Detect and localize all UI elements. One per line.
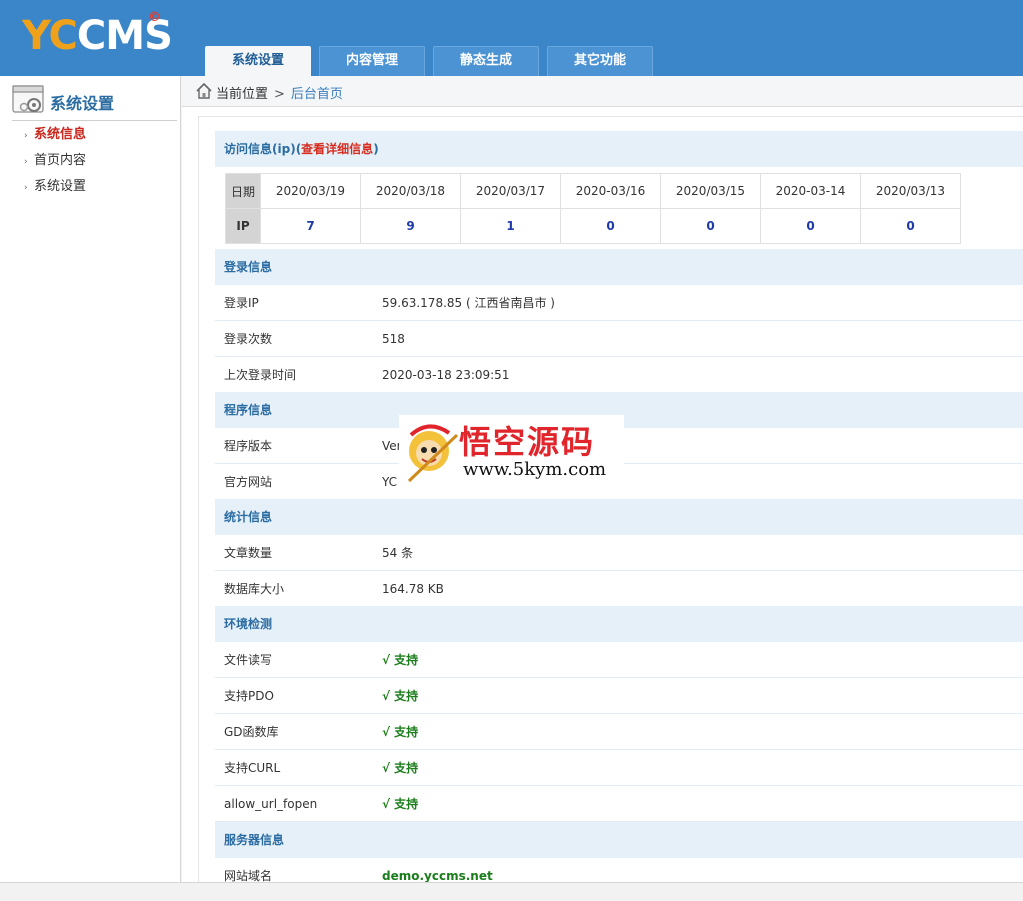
row-value: 2020-03-18 23:09:51 [382,368,510,382]
row-key: GD函数库 [224,725,279,739]
chevron-right-icon: › [24,131,28,141]
table-row-ip: IP 7 9 1 0 0 0 0 [225,208,961,244]
sidebar-header: 系统设置 [12,85,177,121]
status-ok: √ 支持 [382,689,419,703]
row-value: 54 条 [382,546,414,560]
row-value: 518 [382,332,405,346]
list-item: GD函数库 √ 支持 [215,714,1023,750]
ip-count-cell: 0 [860,208,961,244]
tab-content-management[interactable]: 内容管理 [319,46,425,76]
section-title: 访问信息(ip) [224,142,296,156]
ip-count-cell: 7 [260,208,361,244]
breadcrumb-text: 当前位置 > 后台首页 [216,83,343,102]
top-header: YCCMS © 系统设置 内容管理 静态生成 其它功能 [0,0,1023,76]
date-cell: 2020/03/15 [660,173,761,209]
tab-other-functions[interactable]: 其它功能 [547,46,653,76]
list-item: allow_url_fopen √ 支持 [215,786,1023,822]
list-item: 数据库大小 164.78 KB [215,571,1023,607]
tab-static-generation[interactable]: 静态生成 [433,46,539,76]
date-cell: 2020/03/13 [860,173,961,209]
monkey-king-icon [407,424,459,483]
home-icon [196,82,212,99]
ip-stats-table: 日期 2020/03/19 2020/03/18 2020/03/17 2020… [225,173,961,244]
row-key: 程序版本 [224,439,273,453]
paren-close: ) [373,142,379,156]
row-key: 官方网站 [224,475,273,489]
bottom-scrollbar[interactable] [0,882,1023,901]
row-key: 文件读写 [224,653,273,667]
row-value: 59.63.178.85 ( 江西省南昌市 ) [382,296,555,310]
breadcrumb-current[interactable]: 后台首页 [291,87,343,102]
status-ok: √ 支持 [382,653,419,667]
list-item: 登录IP 59.63.178.85 ( 江西省南昌市 ) [215,285,1023,321]
status-ok: √ 支持 [382,725,419,739]
list-item: 文章数量 54 条 [215,535,1023,571]
row-value: YC [382,475,398,489]
section-env-check: 环境检测 [215,606,1023,642]
section-visit-info: 访问信息(ip)(查看详细信息) [215,131,1023,167]
sidebar-item-home-content[interactable]: › 首页内容 [24,149,86,168]
ip-count-cell: 0 [660,208,761,244]
list-item: 上次登录时间 2020-03-18 23:09:51 [215,357,1023,393]
sidebar-item-system-info[interactable]: › 系统信息 [24,123,86,142]
ip-count-cell: 1 [460,208,561,244]
breadcrumb-separator: > [274,87,285,102]
breadcrumb: 当前位置 > 后台首页 [182,76,1023,107]
row-key: 文章数量 [224,546,273,560]
logo-part-yc: YC [22,13,78,59]
sidebar-item-system-settings[interactable]: › 系统设置 [24,175,86,194]
ip-count-cell: 0 [560,208,661,244]
ip-count-cell: 9 [360,208,461,244]
watermark-url: www.5kym.com [463,459,607,480]
chevron-right-icon: › [24,157,28,167]
list-item: 支持PDO √ 支持 [215,678,1023,714]
breadcrumb-label: 当前位置 [216,87,269,102]
date-cell: 2020/03/17 [460,173,561,209]
list-item: 文件读写 √ 支持 [215,642,1023,678]
left-sidebar: 系统设置 › 系统信息 › 首页内容 › 系统设置 [0,76,181,882]
copyright-mark: © [148,10,161,25]
row-key: 支持CURL [224,761,281,775]
ip-count-cell: 0 [760,208,861,244]
row-key: 支持PDO [224,689,274,703]
row-key: 登录IP [224,296,259,310]
date-cell: 2020/03/18 [360,173,461,209]
view-details-link[interactable]: 查看详细信息 [301,142,373,156]
sidebar-item-label: 系统信息 [34,127,87,142]
date-cell: 2020/03/19 [260,173,361,209]
section-server-info: 服务器信息 [215,822,1023,858]
section-stats-info: 统计信息 [215,499,1023,535]
status-ok: √ 支持 [382,761,419,775]
row-key: 登录次数 [224,332,273,346]
sidebar-item-label: 首页内容 [34,153,87,168]
date-cell: 2020-03-14 [760,173,861,209]
list-item: 登录次数 518 [215,321,1023,357]
table-row-dates: 日期 2020/03/19 2020/03/18 2020/03/17 2020… [225,173,961,209]
row-key: 数据库大小 [224,582,285,596]
section-login-info: 登录信息 [215,249,1023,285]
date-header-cell: 日期 [225,173,261,209]
status-ok: √ 支持 [382,797,419,811]
sidebar-title: 系统设置 [50,94,115,113]
tab-system-settings[interactable]: 系统设置 [205,46,311,76]
chevron-right-icon: › [24,183,28,193]
watermark-title: 悟空源码 [459,423,596,461]
date-cell: 2020-03/16 [560,173,661,209]
row-key: allow_url_fopen [224,797,318,811]
row-key: 上次登录时间 [224,368,297,382]
row-value: 164.78 KB [382,582,444,596]
sidebar-item-label: 系统设置 [34,179,87,194]
settings-window-icon [12,85,44,113]
watermark: 悟空源码 www.5kym.com [399,415,624,485]
content-area: 访问信息(ip)(查看详细信息) 日期 2020/03/19 2020/03/1… [198,116,1023,894]
list-item: 支持CURL √ 支持 [215,750,1023,786]
ip-header-cell: IP [225,208,261,244]
